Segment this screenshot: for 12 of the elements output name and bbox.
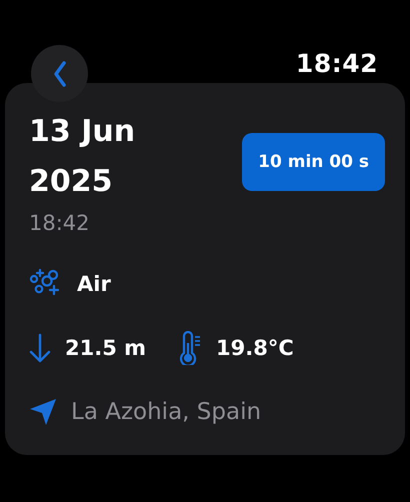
clock-time: 18:42 [296,49,378,78]
gas-label: Air [77,272,111,296]
location-label: La Azohia, Spain [71,399,262,425]
dive-date: 13 Jun 2025 [29,113,136,201]
down-arrow-icon [29,333,51,363]
location-arrow-icon [29,398,57,426]
back-icon [52,60,66,88]
temperature-value: 19.8°C [216,336,294,360]
thermometer-icon [180,331,202,365]
dive-time: 18:42 [29,211,91,235]
duration-button[interactable]: 10 min 00 s [242,133,385,191]
depth-value: 21.5 m [65,336,146,360]
